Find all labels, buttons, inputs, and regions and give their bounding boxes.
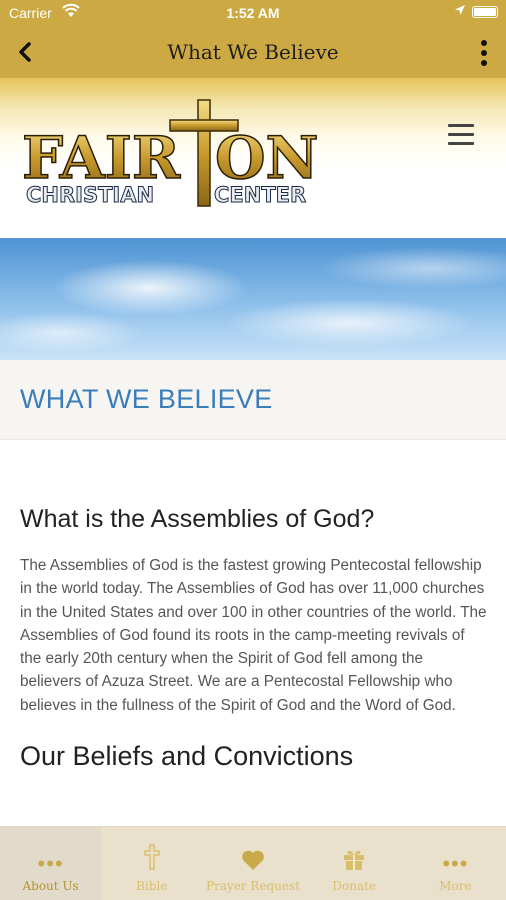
heart-icon [242,850,264,870]
tab-donate[interactable]: Donate [304,827,405,900]
gift-icon [344,850,365,870]
battery-icon [472,6,498,18]
tab-label: Donate [332,879,377,893]
fairton-logo[interactable]: FAIR ON CHRISTIAN CENTER [20,98,320,210]
tab-label: Bible [136,879,168,893]
status-bar: Carrier 1:52 AM [0,0,506,26]
site-header: FAIR ON CHRISTIAN CENTER [0,78,506,238]
hamburger-menu-icon[interactable] [448,124,474,146]
tab-label: More [439,879,472,893]
page-content: What is the Assemblies of God? The Assem… [20,505,488,772]
location-arrow-icon [455,5,465,15]
svg-text:FAIR: FAIR [22,124,181,192]
page-heading-strip: WHAT WE BELIEVE [0,360,506,440]
svg-text:ON: ON [215,124,319,192]
dots-icon: ••• [37,851,64,876]
tab-more[interactable]: ••• More [405,827,506,900]
next-section-title: Our Beliefs and Convictions [20,741,354,772]
more-vertical-icon[interactable] [476,38,492,68]
svg-text:CHRISTIAN: CHRISTIAN [26,183,154,207]
cross-icon [144,844,160,870]
clock: 1:52 AM [226,5,280,21]
section-title: What is the Assemblies of God? [20,505,375,533]
section-paragraph: The Assemblies of God is the fastest gro… [20,557,487,714]
tab-label: Prayer Request [205,879,301,893]
svg-text:CENTER: CENTER [214,183,306,207]
nav-bar: What We Believe [0,26,506,78]
tab-prayer-request[interactable]: Prayer Request [202,827,303,900]
tab-about-us[interactable]: ••• About Us [0,827,102,900]
dots-icon: ••• [442,851,469,876]
tab-label: About Us [22,879,79,893]
tab-bible[interactable]: Bible [101,827,202,900]
tab-bar: ••• About Us Bible Prayer Request Donate [0,826,506,900]
sky-banner-image [0,238,506,360]
nav-title: What We Believe [167,40,339,64]
page-heading: WHAT WE BELIEVE [20,384,273,414]
